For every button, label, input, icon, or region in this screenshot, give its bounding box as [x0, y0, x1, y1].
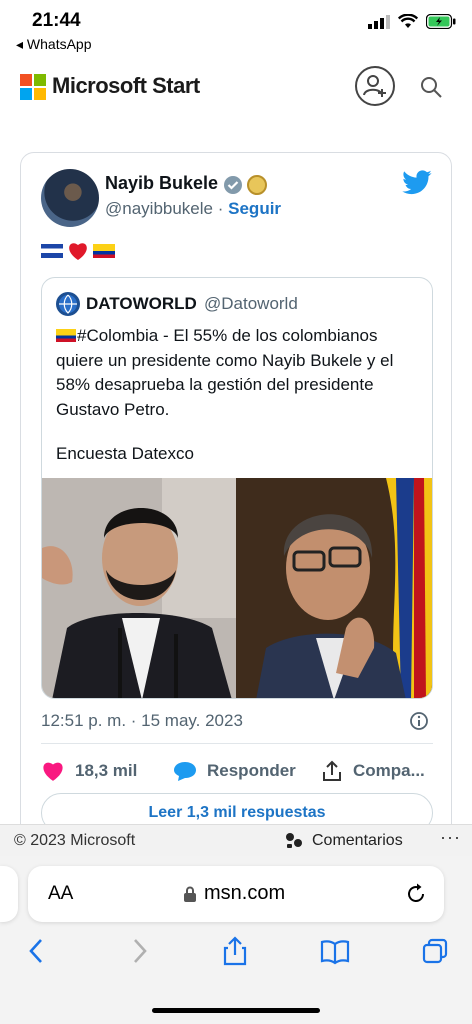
back-to-whatsapp-link[interactable]: ◂ WhatsApp	[16, 36, 92, 53]
back-arrow-icon[interactable]	[22, 936, 52, 966]
share-label: Compa...	[353, 761, 425, 780]
author-handle[interactable]: @nayibbukele	[105, 199, 213, 218]
comments-icon	[286, 833, 302, 848]
reply-bubble-icon	[174, 762, 196, 781]
previous-tab-stub[interactable]	[0, 866, 18, 922]
reply-label: Responder	[207, 761, 296, 780]
search-icon[interactable]	[418, 74, 444, 100]
share-sheet-icon[interactable]	[220, 936, 250, 966]
el-salvador-flag-icon	[41, 244, 63, 258]
quoted-text-body: #Colombia - El 55% de los colombianos qu…	[56, 326, 394, 419]
quoted-tweet[interactable]: DATOWORLD @Datoworld #Colombia - El 55% …	[41, 277, 433, 699]
safari-bottom-bar: AA msn.com	[0, 856, 472, 1024]
bookmarks-icon[interactable]	[320, 936, 350, 966]
copyright-text: © 2023 Microsoft	[14, 832, 136, 849]
comments-label: Comentarios	[312, 832, 403, 849]
share-icon	[323, 760, 341, 781]
app-title: Microsoft Start	[52, 73, 200, 98]
author-avatar[interactable]	[41, 169, 99, 227]
more-options-button[interactable]: ···	[440, 827, 461, 848]
wifi-icon	[398, 14, 418, 28]
add-profile-button[interactable]	[355, 66, 395, 106]
tweet-emoji-text	[41, 241, 115, 261]
verified-badge-icon	[224, 176, 242, 194]
quoted-avatar	[56, 292, 80, 316]
tweet-timestamp[interactable]: 12:51 p. m. · 15 may. 2023	[41, 711, 243, 731]
microsoft-logo-icon	[20, 74, 46, 100]
quoted-author-handle: @Datoworld	[204, 294, 298, 313]
address-bar[interactable]: AA msn.com	[28, 866, 444, 922]
red-heart-icon	[69, 243, 87, 260]
tweet-card: Nayib Bukele @nayibbukele · Seguir DATOW…	[20, 152, 452, 852]
quoted-photo[interactable]	[42, 478, 432, 698]
reload-icon[interactable]	[404, 882, 428, 906]
divider	[41, 743, 433, 744]
twitter-bird-icon[interactable]	[401, 169, 433, 197]
author-handle-row: @nayibbukele · Seguir	[105, 199, 281, 219]
forward-arrow-icon[interactable]	[124, 936, 154, 966]
signal-icon	[368, 14, 390, 29]
colombia-flag-icon	[56, 329, 76, 342]
info-icon[interactable]	[409, 711, 429, 731]
photo-petro	[236, 478, 432, 698]
home-indicator	[152, 1008, 320, 1013]
msn-header: Microsoft Start	[0, 60, 472, 116]
like-count: 18,3 mil	[75, 761, 138, 780]
follow-button[interactable]: Seguir	[228, 199, 281, 218]
browser-toolbar	[0, 936, 472, 976]
quoted-author-name: DATOWORLD	[86, 294, 197, 313]
quoted-text: #Colombia - El 55% de los colombianos qu…	[56, 324, 426, 422]
author-name[interactable]: Nayib Bukele	[105, 173, 218, 194]
colombia-flag-icon	[93, 244, 115, 258]
globe-icon	[59, 294, 77, 314]
add-user-icon	[363, 75, 386, 97]
url-text: msn.com	[204, 882, 286, 904]
tabs-icon[interactable]	[420, 936, 450, 966]
tweet-actions: 18,3 mil Responder Compa...	[41, 757, 433, 785]
reply-button[interactable]: Responder	[173, 760, 321, 782]
share-button[interactable]: Compa...	[321, 760, 425, 782]
system-icons	[368, 14, 456, 29]
url-display[interactable]: msn.com	[184, 882, 285, 905]
government-seal-icon	[247, 175, 267, 195]
reader-settings-button[interactable]: AA	[48, 883, 73, 905]
like-button[interactable]: 18,3 mil	[41, 760, 173, 782]
status-time: 21:44	[32, 10, 81, 31]
quoted-source: Encuesta Datexco	[56, 444, 194, 463]
separator-dot: ·	[217, 199, 224, 218]
heart-icon	[43, 762, 63, 781]
lock-icon	[184, 886, 196, 902]
photo-bukele	[42, 478, 236, 698]
comments-button[interactable]: Comentarios	[284, 832, 403, 850]
battery-icon	[426, 14, 456, 29]
page-footer: © 2023 Microsoft Comentarios ···	[0, 824, 472, 856]
status-bar: 21:44 ◂ WhatsApp	[0, 0, 472, 56]
